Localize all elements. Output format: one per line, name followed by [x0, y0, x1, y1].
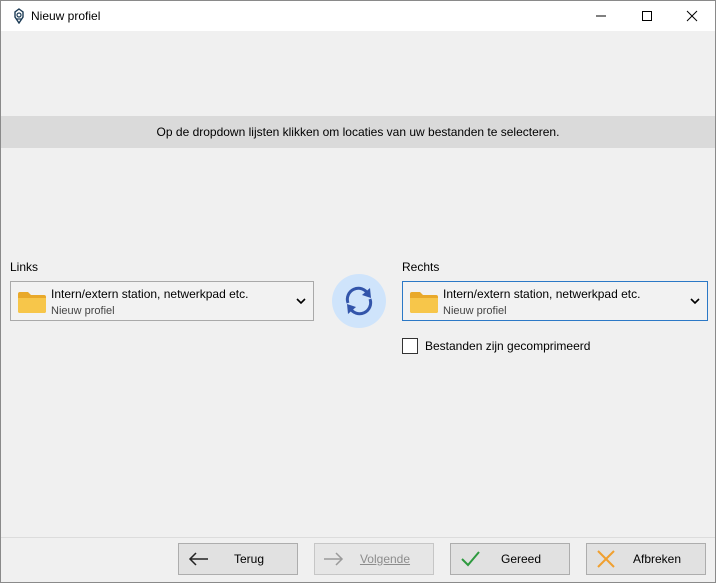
arrow-right-icon: [324, 552, 344, 566]
app-logo-icon: [14, 8, 24, 24]
finish-button[interactable]: Gereed: [450, 543, 570, 575]
window-title: Nieuw profiel: [31, 9, 101, 23]
title-bar: Nieuw profiel: [1, 1, 715, 31]
next-button[interactable]: Volgende: [314, 543, 434, 575]
instruction-banner: Op de dropdown lijsten klikken om locati…: [1, 116, 715, 148]
checkmark-icon: [461, 551, 480, 567]
close-icon: [686, 10, 698, 22]
compressed-checkbox[interactable]: [402, 338, 418, 354]
maximize-button[interactable]: [624, 1, 670, 31]
compressed-checkbox-label[interactable]: Bestanden zijn gecomprimeerd: [425, 339, 590, 353]
folder-icon: [18, 292, 46, 313]
left-profile-text: Nieuw profiel: [51, 305, 115, 317]
instruction-text: Op de dropdown lijsten klikken om locati…: [156, 125, 560, 139]
right-profile-text: Nieuw profiel: [443, 305, 507, 317]
right-location-dropdown[interactable]: Intern/extern station, netwerkpad etc. N…: [402, 281, 708, 321]
arrow-left-icon: [188, 552, 208, 566]
minimize-button[interactable]: [578, 1, 624, 31]
folder-icon: [410, 292, 438, 313]
cancel-x-icon: [597, 550, 615, 568]
dialog-window: Nieuw profiel Op de dropdown lijsten kli…: [0, 0, 716, 583]
chevron-down-icon: [296, 298, 306, 305]
maximize-icon: [642, 11, 652, 21]
cancel-button[interactable]: Afbreken: [586, 543, 706, 575]
close-button[interactable]: [669, 1, 715, 31]
right-location-text: Intern/extern station, netwerkpad etc.: [443, 287, 641, 301]
chevron-down-icon: [690, 298, 700, 305]
back-button[interactable]: Terug: [178, 543, 298, 575]
minimize-icon: [596, 15, 606, 17]
sync-arrows-icon: [345, 286, 373, 316]
left-location-text: Intern/extern station, netwerkpad etc.: [51, 287, 249, 301]
compressed-checkbox-row[interactable]: Bestanden zijn gecomprimeerd: [402, 338, 590, 354]
swap-sides-button[interactable]: [332, 274, 386, 328]
right-label: Rechts: [402, 260, 440, 274]
left-label: Links: [10, 260, 39, 274]
left-location-dropdown[interactable]: Intern/extern station, netwerkpad etc. N…: [10, 281, 314, 321]
